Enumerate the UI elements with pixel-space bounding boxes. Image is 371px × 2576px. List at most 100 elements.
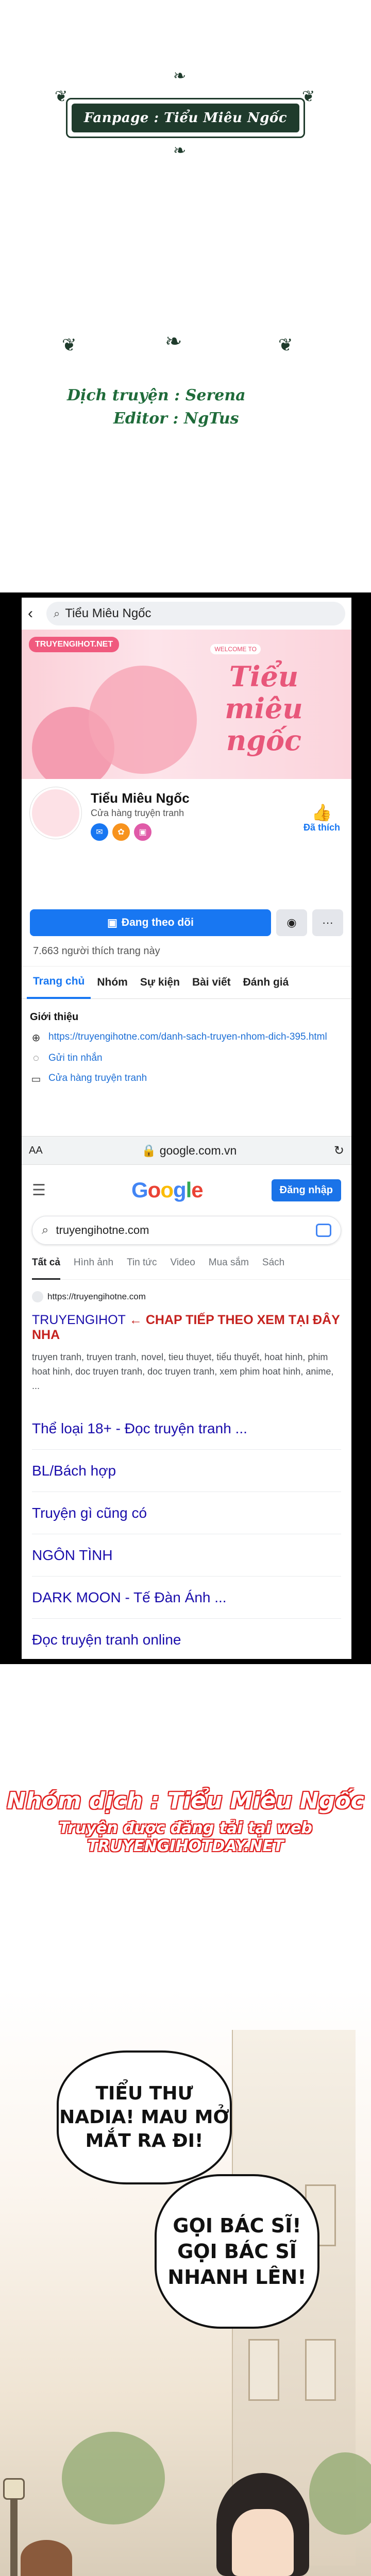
fanpage-inner: Fanpage : Tiểu Miêu Ngốc [72, 104, 299, 132]
shop-badge-icon: ▣ [134, 823, 151, 841]
messenger-icon: ◌ [33, 1053, 39, 1064]
fanpage-frame: Fanpage : Tiểu Miêu Ngốc [66, 98, 305, 138]
credit-flourish-left-icon: ❦ [62, 335, 77, 355]
messenger-badge-icon: ✉ [91, 823, 108, 841]
follow-label: Đang theo dõi [121, 917, 194, 928]
tab-video[interactable]: Video [171, 1257, 195, 1279]
tab-home[interactable]: Trang chủ [27, 966, 91, 999]
fb-badge-icons: ✉ ✿ ▣ [91, 823, 151, 841]
tab-reviews[interactable]: Đánh giá [237, 966, 295, 999]
globe-icon: ⊕ [31, 1032, 41, 1044]
tab-groups[interactable]: Nhóm [91, 966, 134, 999]
search-icon: ⌕ [42, 1223, 49, 1237]
result-title-main: TRUYENGIHOT [32, 1313, 126, 1327]
google-tabs: Tất cả Hình ảnh Tin tức Video Mua sắm Sá… [32, 1257, 351, 1280]
lock-icon: 🔒 [141, 1143, 157, 1157]
address-url[interactable]: 🔒 google.com.vn [49, 1144, 329, 1158]
result-description: truyen tranh, truyen tranh, novel, tieu … [32, 1352, 334, 1391]
sitelinks: Thể loại 18+ - Đọc truyện tranh ... BL/B… [32, 1408, 341, 1659]
hamburger-menu-icon[interactable]: ☰ [32, 1181, 63, 1199]
tab-shopping[interactable]: Mua sắm [209, 1257, 249, 1279]
intro-message[interactable]: Gửi tin nhắn [48, 1053, 103, 1064]
sitelink[interactable]: DARK MOON - Tế Đàn Ánh ... [32, 1577, 341, 1619]
intro-link[interactable]: https://truyengihotne.com/danh-sach-truy… [48, 1031, 327, 1043]
tab-images[interactable]: Hình ảnh [74, 1257, 113, 1279]
building-window [248, 2339, 279, 2401]
fb-cover-photo[interactable]: TRUYENGIHOT.NET WELCOME TO Tiểu miêu ngố… [22, 630, 351, 779]
building-window [305, 2339, 336, 2401]
lens-camera-icon[interactable] [316, 1224, 331, 1237]
sitelink[interactable]: NGÔN TÌNH [32, 1534, 341, 1577]
tab-books[interactable]: Sách [262, 1257, 284, 1279]
lamp-post [10, 2494, 18, 2576]
tab-events[interactable]: Sự kiện [134, 966, 186, 999]
tab-news[interactable]: Tin tức [127, 1257, 157, 1279]
character-face [232, 2509, 294, 2576]
cover-title: Tiểu miêu ngốc [225, 660, 303, 757]
intro-link-row[interactable]: ⊕ https://truyengihotne.com/danh-sach-tr… [22, 1027, 351, 1048]
sitelink[interactable]: Đọc truyện tranh online [32, 1619, 341, 1659]
google-search-box[interactable]: ⌕ truyengihotne.com [32, 1216, 341, 1245]
google-logo[interactable]: Google [63, 1178, 272, 1202]
page: ❦ ❧ ❦ Fanpage : Tiểu Miêu Ngốc ❧ ❦ ❧ ❦ D… [0, 0, 371, 2576]
liked-label: Đã thích [303, 822, 340, 833]
fanpage-banner: ❦ ❧ ❦ Fanpage : Tiểu Miêu Ngốc ❧ [19, 67, 352, 170]
result-title[interactable]: TRUYENGIHOT ← CHAP TIẾP THEO XEM TẠI ĐÂY… [32, 1313, 341, 1343]
likes-count: 7.663 người thích trang này [33, 945, 160, 957]
tree [62, 2432, 165, 2524]
avatar[interactable] [30, 787, 81, 839]
phone-screenshot: ‹ ⌕ Tiểu Miêu Ngốc TRUYENGIHOT.NET WELCO… [0, 592, 371, 1664]
follow-button[interactable]: ▣ Đang theo dõi [30, 909, 271, 936]
fb-page-category: Cửa hàng truyện tranh [91, 808, 184, 818]
fb-search-box[interactable]: ⌕ Tiểu Miêu Ngốc [46, 602, 345, 625]
intro-message-row[interactable]: ◌ Gửi tin nhắn [22, 1048, 351, 1069]
intro-shop-row[interactable]: ▭ Cửa hàng truyện tranh [22, 1069, 351, 1090]
more-icon: ··· [322, 916, 333, 929]
credits: ❦ ❧ ❦ Dịch truyện : Serena Editor : NgTu… [57, 330, 314, 443]
fb-intro: Giới thiệu ⊕ https://truyengihotne.com/d… [22, 1007, 351, 1090]
comic-panel: TIỂU THƯ NADIA! MAU MỞ MẮT RA ĐI! GỌI BÁ… [0, 1989, 371, 2576]
reload-icon[interactable]: ↻ [329, 1143, 344, 1158]
group-credit: Nhóm dịch : Tiểu Miêu Ngốc Truyện được đ… [0, 1788, 371, 1855]
editor-credit: Editor : NgTus [113, 410, 239, 428]
url-text: google.com.vn [159, 1143, 237, 1157]
signin-button[interactable]: Đăng nhập [271, 1179, 341, 1201]
fb-search-bar: ‹ ⌕ Tiểu Miêu Ngốc [22, 598, 351, 630]
google-search-input[interactable]: truyengihotne.com [56, 1224, 316, 1237]
messenger-button[interactable]: ◉ [276, 909, 307, 936]
cover-illustration [89, 666, 197, 774]
phone-screen: ‹ ⌕ Tiểu Miêu Ngốc TRUYENGIHOT.NET WELCO… [22, 598, 351, 1659]
liked-button[interactable]: 👍 Đã thích [303, 803, 340, 833]
credit-flourish-right-icon: ❦ [278, 335, 293, 355]
fanpage-label: Fanpage : Tiểu Miêu Ngốc [83, 110, 288, 126]
sitelink[interactable]: Truyện gì cũng có [32, 1492, 341, 1534]
search-result: https://truyengihotne.com TRUYENGIHOT ← … [32, 1291, 341, 1393]
intro-title: Giới thiệu [30, 1011, 79, 1023]
intro-shop[interactable]: Cửa hàng truyện tranh [48, 1073, 147, 1084]
google-header: ☰ Google Đăng nhập [22, 1170, 351, 1211]
sitelink[interactable]: Thể loại 18+ - Đọc truyện tranh ... [32, 1408, 341, 1450]
fb-search-text: Tiểu Miêu Ngốc [65, 606, 151, 620]
result-site[interactable]: https://truyengihotne.com [32, 1291, 341, 1302]
browser-address-bar[interactable]: AA 🔒 google.com.vn ↻ [22, 1136, 351, 1165]
shop-icon: ▭ [31, 1074, 41, 1085]
translator-credit: Dịch truyện : Serena [67, 386, 246, 404]
result-site-url: https://truyengihotne.com [47, 1292, 146, 1301]
credit-flourish-center-icon: ❧ [165, 330, 182, 353]
tab-posts[interactable]: Bài viết [186, 966, 237, 999]
thumbs-up-icon: 👍 [311, 803, 332, 822]
text-size-button[interactable]: AA [29, 1145, 49, 1157]
tab-all[interactable]: Tất cả [32, 1257, 60, 1280]
messenger-icon: ◉ [286, 916, 297, 929]
fb-page-name[interactable]: Tiểu Miêu Ngốc [91, 790, 190, 806]
more-button[interactable]: ··· [312, 909, 343, 936]
lamp-head [3, 2478, 25, 2500]
group-website: Truyện được đăng tải tại web TRUYENGIHOT… [59, 1819, 312, 1855]
flourish-bottom-icon: ❧ [173, 142, 187, 160]
cover-welcome: WELCOME TO [210, 644, 261, 654]
back-arrow-icon[interactable]: ‹ [28, 605, 46, 622]
speech-bubble-2: GỌI BÁC SĨ! GỌI BÁC SĨ NHANH LÊN! [155, 2174, 319, 2329]
orange-badge-icon: ✿ [112, 823, 130, 841]
speech-bubble-1: TIỂU THƯ NADIA! MAU MỞ MẮT RA ĐI! [57, 2050, 232, 2184]
sitelink[interactable]: BL/Bách hợp [32, 1450, 341, 1492]
